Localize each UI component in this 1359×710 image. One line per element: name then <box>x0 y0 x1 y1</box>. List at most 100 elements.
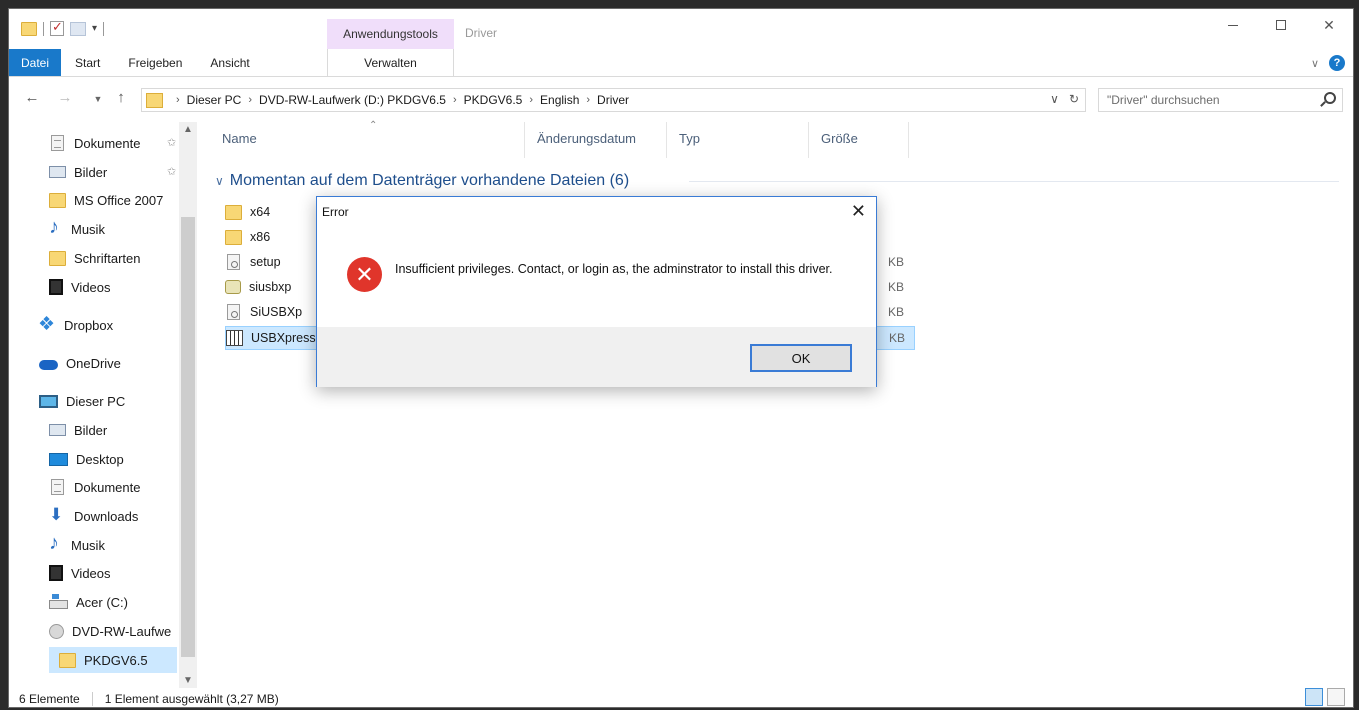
ok-button[interactable]: OK <box>750 344 852 372</box>
maximize-button[interactable] <box>1257 9 1305 41</box>
scrollbar-thumb[interactable] <box>181 217 195 657</box>
properties-icon[interactable] <box>50 19 64 36</box>
window-title: Driver <box>465 26 497 40</box>
video-icon <box>49 565 63 581</box>
nav-item-label: Dokumente <box>74 135 141 151</box>
navigation-bar: ← → ▼ ↑ › Dieser PC › DVD-RW-Laufwerk (D… <box>9 86 1353 114</box>
help-icon[interactable]: ? <box>1329 55 1345 71</box>
nav-item-videos-quick[interactable]: Videos <box>49 274 111 300</box>
breadcrumb-dieser-pc[interactable]: Dieser PC <box>187 93 242 107</box>
close-button[interactable]: ✕ <box>1305 9 1353 41</box>
group-header[interactable]: ∨ Momentan auf dem Datenträger vorhanden… <box>209 170 629 192</box>
nav-item-dokumente[interactable]: Dokumente <box>49 130 140 156</box>
minimize-icon <box>1228 24 1238 26</box>
nav-item-label: MS Office 2007 <box>74 192 164 208</box>
breadcrumb-dvd-drive[interactable]: DVD-RW-Laufwerk (D:) PKDGV6.5 <box>259 93 446 107</box>
refresh-icon[interactable]: ↻ <box>1069 92 1079 106</box>
pin-icon[interactable]: ✩ <box>167 165 176 178</box>
maximize-icon <box>1276 20 1286 30</box>
breadcrumb-english[interactable]: English <box>540 93 579 107</box>
nav-item-dvd-drive[interactable]: DVD-RW-Laufwe <box>49 618 171 644</box>
column-header-date[interactable]: Änderungsdatum <box>524 122 666 154</box>
file-size: KB <box>888 255 905 269</box>
file-name: USBXpressl <box>251 331 319 345</box>
file-size: KB <box>888 305 905 319</box>
tab-freigeben[interactable]: Freigeben <box>114 49 196 76</box>
tab-datei[interactable]: Datei <box>9 49 62 76</box>
pictures-icon <box>49 424 66 436</box>
breadcrumb-separator-icon[interactable]: › <box>248 94 252 106</box>
nav-item-label: Musik <box>71 221 105 237</box>
nav-item-dokumente-pc[interactable]: Dokumente <box>49 474 140 500</box>
file-size: KB <box>888 280 905 294</box>
breadcrumb-separator-icon[interactable]: › <box>176 94 180 106</box>
nav-item-label: OneDrive <box>66 355 121 371</box>
expand-ribbon-icon[interactable]: ∨ <box>1311 57 1319 70</box>
new-folder-icon[interactable] <box>70 21 86 36</box>
group-divider <box>689 181 1339 182</box>
large-icons-view-icon[interactable] <box>1327 688 1345 706</box>
tab-ansicht[interactable]: Ansicht <box>196 49 263 76</box>
nav-item-ms-office[interactable]: MS Office 2007 <box>49 187 163 213</box>
tab-start[interactable]: Start <box>61 49 114 76</box>
breadcrumb-separator-icon[interactable]: › <box>529 94 533 106</box>
document-icon <box>51 479 64 495</box>
nav-item-label: Downloads <box>74 508 139 524</box>
details-view-icon[interactable] <box>1305 688 1323 706</box>
column-divider[interactable] <box>908 122 909 158</box>
item-count: 6 Elemente <box>19 691 80 706</box>
nav-item-onedrive[interactable]: OneDrive <box>39 350 121 376</box>
column-header-type[interactable]: Typ <box>666 122 808 154</box>
column-header-size[interactable]: Größe <box>808 122 908 154</box>
minimize-button[interactable] <box>1209 9 1257 41</box>
pin-icon[interactable]: ✩ <box>167 136 176 149</box>
address-history-icon[interactable]: ∨ <box>1050 92 1059 106</box>
breadcrumb-driver[interactable]: Driver <box>597 93 629 107</box>
nav-item-label: Bilder <box>74 422 108 438</box>
breadcrumb-separator-icon[interactable]: › <box>453 94 457 106</box>
tab-verwalten[interactable]: Verwalten <box>327 49 454 77</box>
address-bar[interactable]: › Dieser PC › DVD-RW-Laufwerk (D:) PKDGV… <box>141 88 1086 112</box>
nav-item-schriftarten[interactable]: Schriftarten <box>49 245 140 271</box>
up-arrow-icon[interactable]: ↑ <box>110 89 132 106</box>
nav-item-downloads[interactable]: Downloads <box>49 503 138 529</box>
scroll-up-icon[interactable]: ▲ <box>183 124 193 135</box>
desktop-icon <box>49 452 68 466</box>
close-icon[interactable]: ✕ <box>851 201 866 222</box>
nav-item-dieser-pc[interactable]: Dieser PC <box>39 388 125 414</box>
folder-icon <box>21 21 37 36</box>
status-bar: 6 Elemente 1 Element ausgewählt (3,27 MB… <box>9 688 1353 707</box>
nav-item-bilder-quick[interactable]: Bilder <box>49 159 107 185</box>
music-icon <box>49 216 63 239</box>
disc-icon <box>49 623 64 639</box>
nav-item-desktop[interactable]: Desktop <box>49 446 124 472</box>
nav-item-pkdgv[interactable]: PKDGV6.5 <box>49 647 177 673</box>
chevron-down-icon[interactable]: ▾ <box>92 23 97 34</box>
nav-item-label: Acer (C:) <box>76 594 128 610</box>
nav-item-musik[interactable]: Musik <box>49 532 105 558</box>
nav-item-label: Desktop <box>76 451 124 467</box>
ribbon-right-controls: ∨ ? <box>1311 55 1345 71</box>
contextual-tab-group: Anwendungstools <box>327 19 454 49</box>
nav-item-label: PKDGV6.5 <box>84 652 148 668</box>
search-input[interactable]: "Driver" durchsuchen <box>1098 88 1343 112</box>
nav-item-dropbox[interactable]: Dropbox <box>38 312 114 338</box>
column-header-name[interactable]: Name <box>209 122 524 154</box>
back-arrow-icon[interactable]: ← <box>21 89 43 106</box>
nav-item-bilder[interactable]: Bilder <box>49 417 107 443</box>
ribbon-tab-bar: Datei Start Freigeben Ansicht Verwalten … <box>9 49 1353 77</box>
nav-item-acer-c[interactable]: Acer (C:) <box>49 589 128 615</box>
search-icon[interactable] <box>1324 92 1336 104</box>
scroll-down-icon[interactable]: ▼ <box>183 675 193 686</box>
nav-item-videos[interactable]: Videos <box>49 560 111 586</box>
forward-arrow-icon[interactable]: → <box>54 89 76 106</box>
nav-scrollbar[interactable]: ▲ ▼ <box>179 122 197 688</box>
nav-item-label: Musik <box>71 537 105 553</box>
download-icon <box>49 505 66 525</box>
recent-locations-icon[interactable]: ▼ <box>87 94 109 104</box>
breadcrumb-separator-icon[interactable]: › <box>586 94 590 106</box>
breadcrumb-pkdgv[interactable]: PKDGV6.5 <box>464 93 523 107</box>
nav-item-musik-quick[interactable]: Musik <box>49 216 105 242</box>
collapse-group-icon[interactable]: ∨ <box>215 174 224 188</box>
nav-item-label: Dropbox <box>64 317 114 333</box>
